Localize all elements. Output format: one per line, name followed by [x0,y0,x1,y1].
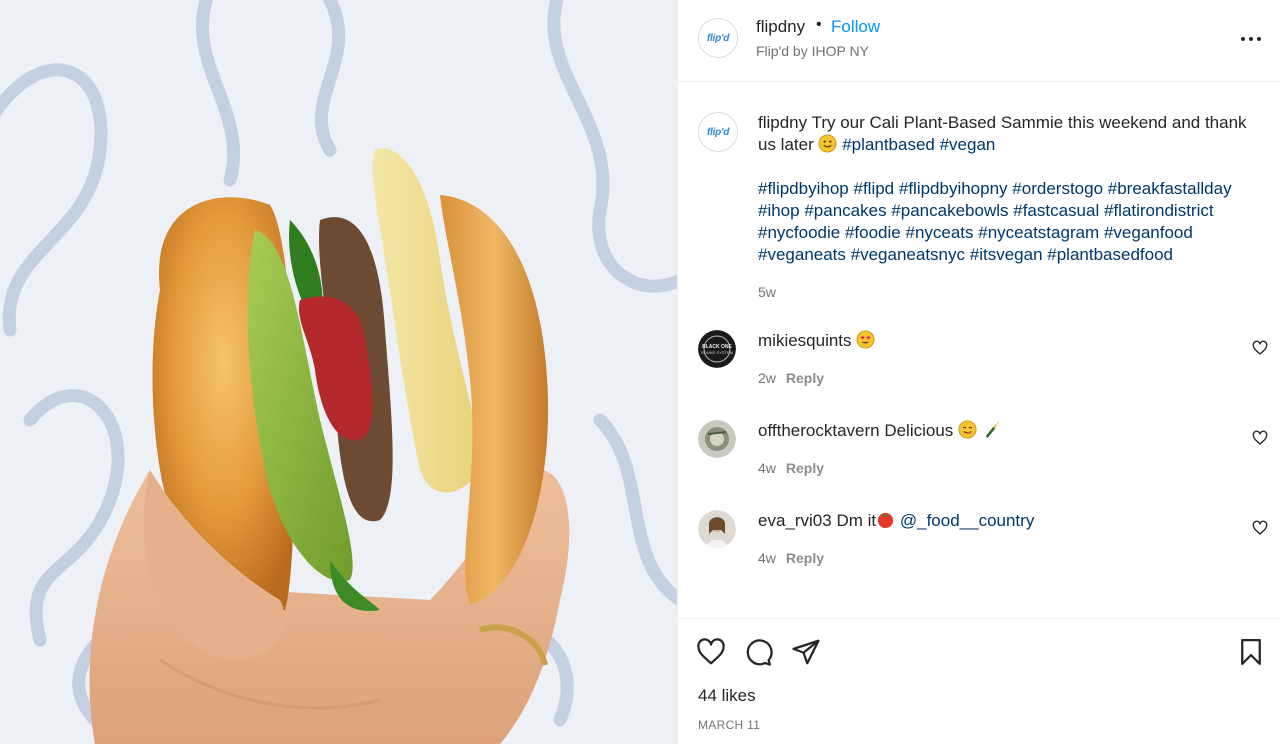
hashtag-link[interactable]: #veganeatsnyc [851,245,965,264]
comment-icon[interactable] [743,637,773,667]
hashtag-link[interactable]: #nycfoodie [758,223,840,242]
author-username[interactable]: flipdny [756,17,805,37]
smiling-face-emoji [818,134,838,153]
comment-text: offtherocktavern Delicious [758,420,1001,441]
post-location[interactable]: Flip'd by IHOP NY [756,43,869,59]
hashtag-link[interactable]: #vegan [940,135,996,154]
hashtag-link[interactable]: #breakfastallday [1108,179,1232,198]
comment-age[interactable]: 4w [758,460,776,476]
post-date[interactable]: MARCH 11 [698,718,760,732]
hashtag-link[interactable]: #foodie [845,223,901,242]
comment-like-icon[interactable] [1252,520,1268,536]
hashtag-link[interactable]: #flipdbyihopny [899,179,1008,198]
post-actions: 44 likes MARCH 11 [678,618,1280,744]
hashtag-link[interactable]: #flipdbyihop [758,179,849,198]
hashtag-link[interactable]: #veganeats [758,245,846,264]
comment-age[interactable]: 2w [758,370,776,386]
hashtag-link[interactable]: #plantbased [842,135,935,154]
comment-username[interactable]: eva_rvi03 [758,511,832,530]
hashtag-link[interactable]: #pancakebowls [891,201,1008,220]
hashtag-link[interactable]: #nyceatstagram [978,223,1099,242]
champagne-bottle-emoji [982,420,1001,439]
mention-link[interactable]: @_food__country [900,511,1034,530]
header-separator: • [816,16,822,33]
caption-avatar[interactable]: flip'd [698,112,738,152]
post-header: flip'd flipdny • Follow Flip'd by IHOP N… [678,0,1280,82]
heart-eyes-emoji [856,330,875,349]
comment-meta: 4w Reply [758,550,824,566]
hashtag-link[interactable]: #nyceats [905,223,973,242]
comment-meta: 4w Reply [758,460,824,476]
post-photo[interactable] [0,0,677,744]
commenter-avatar[interactable] [698,420,736,458]
more-options-icon[interactable] [1238,26,1264,52]
follow-button[interactable]: Follow [831,17,880,37]
comment-item: offtherocktavern Delicious 4w Reply [678,418,1280,508]
hashtag-link[interactable]: #itsvegan [970,245,1043,264]
author-avatar[interactable]: flip'd [698,18,738,58]
comment-body: Dm it [836,511,877,530]
comment-meta: 2w Reply [758,370,824,386]
hashtag-link[interactable]: #orderstogo [1012,179,1103,198]
sandwich-photo-image [0,0,677,744]
comment-like-icon[interactable] [1252,340,1268,356]
yum-face-emoji [958,420,977,439]
comment-item: BLACK ONE SOUND SYSTEM mikiesquints 2w Rep… [678,328,1280,418]
comment-text: mikiesquints [758,330,875,351]
share-icon[interactable] [791,637,821,667]
instagram-post: flip'd flipdny • Follow Flip'd by IHOP N… [0,0,1280,744]
comment-text: eva_rvi03 Dm it @_food__country [758,510,1034,531]
post-sidebar: flip'd flipdny • Follow Flip'd by IHOP N… [677,0,1280,744]
comment-age[interactable]: 4w [758,550,776,566]
comment-item: eva_rvi03 Dm it @_food__country 4w Reply [678,508,1280,598]
tomato-emoji [876,510,895,529]
hashtag-link[interactable]: #ihop [758,201,800,220]
comment-like-icon[interactable] [1252,430,1268,446]
hashtag-link[interactable]: #veganfood [1104,223,1193,242]
hashtag-link[interactable]: #plantbasedfood [1047,245,1173,264]
svg-text:SOUND SYSTEM: SOUND SYSTEM [701,350,733,355]
caption-avatar-logo-text: flip'd [706,126,730,138]
like-count[interactable]: 44 likes [698,686,756,706]
save-bookmark-icon[interactable] [1236,637,1266,667]
hashtag-link[interactable]: #flipd [853,179,894,198]
hashtag-list: #flipdbyihop #flipd #flipdbyihopny #orde… [758,178,1268,266]
comment-body: Delicious [884,421,954,440]
commenter-avatar[interactable] [698,510,736,548]
author-avatar-logo-text: flip'd [706,32,730,44]
caption-timestamp[interactable]: 5w [758,284,776,300]
reply-button[interactable]: Reply [786,550,824,566]
comment-username[interactable]: offtherocktavern [758,421,880,440]
reply-button[interactable]: Reply [786,370,824,386]
hashtag-link[interactable]: #flatirondistrict [1104,201,1214,220]
hashtag-link[interactable]: #fastcasual [1013,201,1099,220]
commenter-avatar[interactable]: BLACK ONE SOUND SYSTEM [698,330,736,368]
like-heart-icon[interactable] [696,637,726,667]
caption-text: flipdny Try our Cali Plant-Based Sammie … [758,112,1268,156]
reply-button[interactable]: Reply [786,460,824,476]
comment-username[interactable]: mikiesquints [758,331,852,350]
caption-username[interactable]: flipdny [758,113,807,132]
hashtag-link[interactable]: #pancakes [804,201,886,220]
